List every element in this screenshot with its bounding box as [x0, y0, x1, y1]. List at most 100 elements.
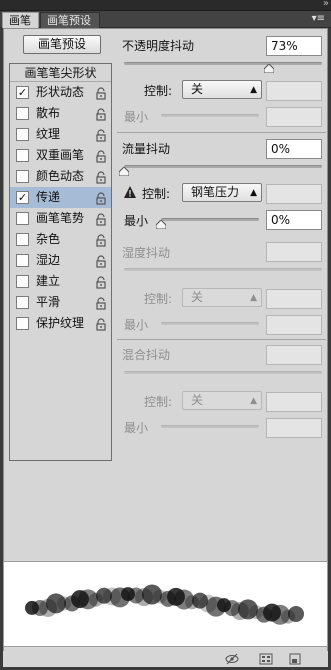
brush-tip-shape-item[interactable]: 画笔笔尖形状	[10, 64, 111, 82]
lock-icon[interactable]	[95, 107, 107, 121]
wetness-min-slider	[161, 322, 259, 325]
tab-brush-presets[interactable]: 画笔预设	[40, 12, 100, 28]
brush-setting-item[interactable]: 画笔笔势	[10, 208, 111, 229]
brush-setting-checkbox[interactable]	[16, 317, 29, 330]
lock-icon[interactable]	[95, 170, 107, 184]
panel-titlebar: »	[0, 0, 331, 11]
brush-settings-list: 画笔笔尖形状 ✓ 形状动态散布纹理双重画笔颜色动态 ✓ 传递画笔笔势杂色湿边建立平滑保…	[9, 63, 112, 461]
flow-jitter-slider-thumb[interactable]	[119, 167, 129, 176]
wetness-jitter-label: 湿度抖动	[122, 246, 171, 260]
opacity-control-value: 关	[191, 82, 204, 96]
flow-jitter-slider[interactable]	[124, 165, 322, 168]
brush-setting-checkbox[interactable]	[16, 254, 29, 267]
brush-presets-button[interactable]: 画笔预设	[23, 35, 101, 54]
wetness-control-select: 关 ▲	[182, 288, 262, 307]
brush-setting-item[interactable]: 杂色	[10, 229, 111, 250]
brush-setting-checkbox[interactable]	[16, 296, 29, 309]
wetness-min-label: 最小	[124, 318, 149, 332]
mix-control-select: 关 ▲	[182, 391, 262, 410]
flow-min-slider-thumb[interactable]	[156, 220, 166, 229]
brush-setting-item[interactable]: 湿边	[10, 250, 111, 271]
brush-setting-item[interactable]: 平滑	[10, 292, 111, 313]
stroke-dab	[288, 605, 304, 622]
select-arrows-icon: ▲	[250, 188, 257, 198]
brush-setting-checkbox[interactable]: ✓	[16, 86, 29, 99]
opacity-jitter-input[interactable]: 73%	[266, 36, 322, 56]
lock-icon[interactable]	[95, 317, 107, 331]
brush-setting-label: 建立	[36, 274, 61, 288]
lock-icon[interactable]	[95, 128, 107, 142]
create-new-brush-icon[interactable]	[288, 653, 302, 665]
flow-control-extra-field	[266, 184, 322, 204]
brush-setting-item[interactable]: 保护纹理	[10, 313, 111, 334]
divider	[117, 132, 326, 133]
panel-bottom-bar	[3, 651, 328, 667]
opacity-control-extra-field	[266, 81, 322, 101]
brush-setting-checkbox[interactable]	[16, 212, 29, 225]
opacity-control-select[interactable]: 关 ▲	[182, 80, 262, 99]
lock-icon[interactable]	[95, 275, 107, 289]
wetness-control-value: 关	[191, 290, 204, 304]
lock-icon[interactable]	[95, 233, 107, 247]
mix-min-label: 最小	[124, 421, 149, 435]
brush-setting-checkbox[interactable]	[16, 233, 29, 246]
flow-control-select[interactable]: 钢笔压力 ▲	[182, 183, 262, 202]
brush-setting-label: 散布	[36, 106, 61, 120]
wetness-control-extra-field	[266, 289, 322, 309]
opacity-min-field	[266, 107, 322, 127]
lock-icon[interactable]	[95, 212, 107, 226]
flow-jitter-input[interactable]: 0%	[266, 139, 322, 159]
opacity-jitter-slider-thumb[interactable]	[263, 64, 274, 73]
flow-min-input[interactable]: 0%	[266, 210, 322, 230]
brush-setting-label: 湿边	[36, 253, 61, 267]
brush-grid-icon[interactable]	[259, 653, 273, 665]
select-arrows-icon: ▲	[250, 293, 257, 303]
brush-setting-label: 颜色动态	[36, 169, 85, 183]
divider	[117, 339, 326, 340]
toggle-live-tip-icon[interactable]	[225, 653, 239, 665]
lock-icon[interactable]	[95, 191, 107, 205]
brush-setting-item[interactable]: 纹理	[10, 124, 111, 145]
brush-setting-label: 杂色	[36, 232, 61, 246]
opacity-control-label: 控制:	[144, 84, 173, 98]
flow-min-slider[interactable]	[161, 218, 259, 221]
brush-setting-checkbox[interactable]	[16, 275, 29, 288]
tab-brush[interactable]: 画笔	[2, 12, 39, 28]
opacity-min-slider	[161, 114, 259, 117]
warning-icon	[124, 186, 136, 198]
mix-control-label: 控制:	[144, 395, 173, 409]
flow-min-label: 最小	[124, 214, 149, 228]
lock-icon[interactable]	[95, 149, 107, 163]
brush-setting-item[interactable]: 散布	[10, 103, 111, 124]
flow-control-value: 钢笔压力	[191, 185, 240, 199]
lock-icon[interactable]	[95, 254, 107, 268]
brush-setting-item[interactable]: 建立	[10, 271, 111, 292]
brush-setting-item[interactable]: ✓ 传递	[10, 187, 111, 208]
mix-jitter-label: 混合抖动	[122, 348, 171, 362]
select-arrows-icon: ▲	[250, 396, 257, 406]
brush-stroke-preview	[3, 561, 328, 647]
collapse-icon[interactable]: »	[323, 0, 329, 9]
brush-setting-checkbox[interactable]	[16, 128, 29, 141]
mix-control-value: 关	[191, 393, 204, 407]
mix-min-field	[266, 418, 322, 438]
wetness-jitter-slider	[124, 268, 322, 271]
brush-setting-checkbox[interactable]: ✓	[16, 191, 29, 204]
brush-setting-checkbox[interactable]	[16, 107, 29, 120]
brush-setting-item[interactable]: 颜色动态	[10, 166, 111, 187]
lock-icon[interactable]	[95, 296, 107, 310]
flow-jitter-label: 流量抖动	[122, 142, 171, 156]
brush-setting-label: 纹理	[36, 127, 61, 141]
brush-setting-item[interactable]: 双重画笔	[10, 145, 111, 166]
brush-setting-item[interactable]: ✓ 形状动态	[10, 82, 111, 103]
brush-setting-checkbox[interactable]	[16, 149, 29, 162]
mix-jitter-field	[266, 345, 322, 365]
opacity-jitter-slider[interactable]	[124, 62, 322, 65]
panel-menu-icon[interactable]: ▾≡	[312, 13, 325, 24]
mix-min-slider	[161, 425, 259, 428]
opacity-min-label: 最小	[124, 110, 149, 124]
lock-icon[interactable]	[95, 86, 107, 100]
flow-control-label: 控制:	[142, 187, 171, 201]
brush-setting-checkbox[interactable]	[16, 170, 29, 183]
brush-setting-label: 画笔笔势	[36, 211, 85, 225]
